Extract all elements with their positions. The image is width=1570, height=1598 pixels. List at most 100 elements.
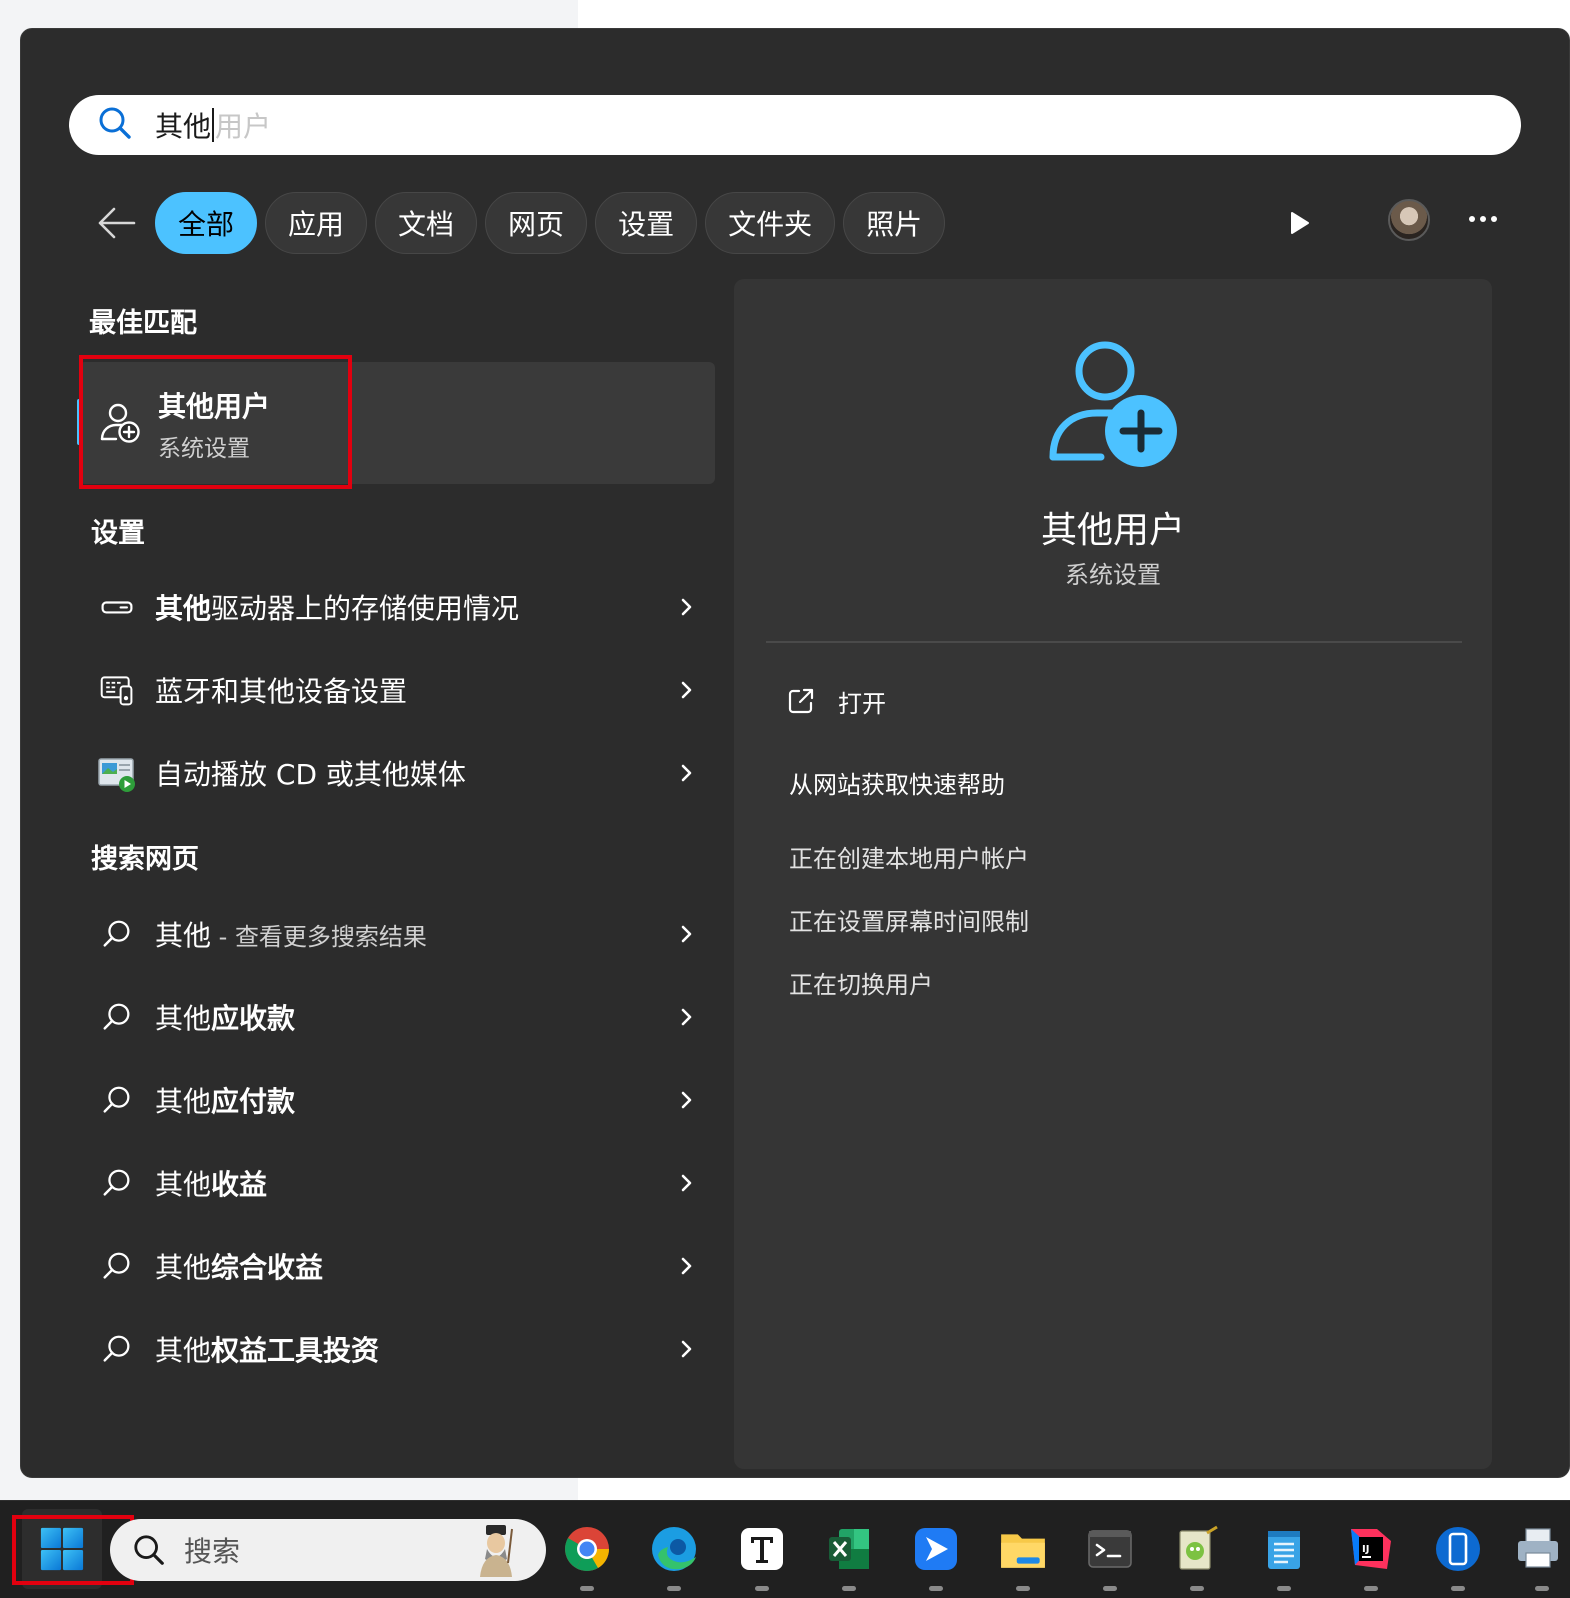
filter-chip-apps[interactable]: 应用 — [265, 192, 368, 254]
web-search-heading: 搜索网页 — [91, 844, 199, 875]
chevron-right-icon — [681, 764, 692, 782]
autoplay-icon — [97, 753, 137, 793]
search-icon — [97, 997, 137, 1037]
devices-icon — [97, 670, 137, 710]
web-result-item[interactable]: 其他权益工具投资 — [97, 1317, 697, 1381]
feishu-icon[interactable] — [908, 1521, 964, 1591]
settings-item-autoplay[interactable]: 自动播放 CD 或其他媒体 — [97, 741, 697, 805]
chevron-right-icon — [681, 925, 692, 943]
best-match-heading: 最佳匹配 — [89, 308, 197, 339]
running-indicator — [667, 1586, 681, 1591]
settings-heading: 设置 — [91, 518, 145, 549]
filter-chip-web[interactable]: 网页 — [485, 192, 588, 254]
search-flyout: 其他 用户 全部 应用 文档 网页 设置 文件夹 照片 最佳匹配 其他用户 系统设… — [20, 28, 1570, 1478]
open-external-icon — [788, 688, 814, 714]
taskbar: 搜索 IJ — [0, 1500, 1570, 1598]
taskbar-search-placeholder: 搜索 — [184, 1535, 241, 1568]
web-result-item[interactable]: 其他应收款 — [97, 985, 697, 1049]
running-indicator — [1277, 1586, 1291, 1591]
search-icon — [134, 1535, 164, 1565]
help-link[interactable]: 正在创建本地用户帐户 — [789, 839, 1029, 874]
running-indicator — [580, 1586, 594, 1591]
typora-icon[interactable] — [734, 1521, 790, 1591]
filter-chip-all[interactable]: 全部 — [155, 192, 258, 254]
search-icon — [97, 1080, 137, 1120]
search-query: 其他 用户 — [155, 105, 271, 145]
dot — [1469, 216, 1475, 222]
file-explorer-icon[interactable] — [995, 1521, 1051, 1591]
web-result-label: 其他应收款 — [155, 1002, 296, 1035]
search-icon — [97, 914, 137, 954]
more-options-button[interactable] — [1461, 201, 1505, 237]
chevron-right-icon — [681, 681, 692, 699]
web-result-label: 其他权益工具投资 — [155, 1334, 380, 1367]
web-result-item[interactable]: 其他应付款 — [97, 1068, 697, 1132]
filter-chip-photos[interactable]: 照片 — [843, 192, 946, 254]
help-link[interactable]: 正在切换用户 — [789, 965, 933, 1000]
add-user-icon — [1047, 339, 1181, 473]
web-result-item[interactable]: 其他综合收益 — [97, 1234, 697, 1298]
web-result-label: 其他应付款 — [155, 1085, 296, 1118]
more-filters-button[interactable] — [1283, 207, 1315, 239]
chevron-right-icon — [681, 1174, 692, 1192]
search-icon — [97, 1329, 137, 1369]
highlight-box-best-match — [79, 355, 352, 489]
search-icon — [97, 1163, 137, 1203]
settings-item-label: 蓝牙和其他设备设置 — [155, 675, 408, 708]
settings-item-storage[interactable]: 其他驱动器上的存储使用情况 — [97, 575, 697, 639]
arrow-left-icon — [98, 207, 136, 239]
search-icon — [97, 1246, 137, 1286]
chrome-icon[interactable] — [559, 1521, 615, 1591]
preview-title: 其他用户 — [1040, 510, 1185, 551]
printer-icon[interactable] — [1514, 1521, 1562, 1591]
settings-item-label: 其他驱动器上的存储使用情况 — [155, 592, 520, 625]
web-result-item[interactable]: 其他 - 查看更多搜索结果 — [97, 902, 697, 966]
quick-help-heading: 从网站获取快速帮助 — [789, 771, 1005, 799]
running-indicator — [1535, 1586, 1549, 1591]
web-result-label: 其他收益 — [155, 1168, 268, 1201]
running-indicator — [1103, 1586, 1117, 1591]
settings-item-label: 自动播放 CD 或其他媒体 — [155, 758, 466, 791]
filter-chip-documents[interactable]: 文档 — [375, 192, 478, 254]
search-input[interactable]: 其他 用户 — [69, 95, 1521, 155]
intellij-idea-icon[interactable]: IJ — [1343, 1521, 1399, 1591]
help-link[interactable]: 正在设置屏幕时间限制 — [789, 902, 1029, 937]
dot — [1491, 216, 1497, 222]
running-indicator — [1451, 1586, 1465, 1591]
search-icon — [97, 105, 133, 145]
web-result-label: 其他 - 查看更多搜索结果 — [155, 919, 427, 952]
phone-link-icon[interactable] — [1430, 1521, 1486, 1591]
search-autocomplete-text: 用户 — [215, 110, 272, 143]
chevron-right-icon — [681, 1008, 692, 1026]
divider — [766, 641, 1462, 643]
dot — [1480, 216, 1486, 222]
chevron-right-icon — [681, 1091, 692, 1109]
running-indicator — [1190, 1586, 1204, 1591]
back-button[interactable] — [91, 198, 141, 248]
terminal-icon[interactable] — [1082, 1521, 1138, 1591]
web-result-item[interactable]: 其他收益 — [97, 1151, 697, 1215]
preview-pane: 其他用户 系统设置 打开 从网站获取快速帮助 正在创建本地用户帐户 正在设置屏幕… — [734, 279, 1492, 1469]
running-indicator — [929, 1586, 943, 1591]
running-indicator — [755, 1586, 769, 1591]
taskbar-search-box[interactable]: 搜索 — [110, 1519, 546, 1581]
storage-icon — [97, 587, 137, 627]
chevron-right-icon — [681, 1340, 692, 1358]
search-highlight-illustration — [474, 1523, 520, 1577]
notepad-icon[interactable] — [1256, 1521, 1312, 1591]
running-indicator — [842, 1586, 856, 1591]
settings-item-bluetooth[interactable]: 蓝牙和其他设备设置 — [97, 658, 697, 722]
user-avatar[interactable] — [1388, 199, 1430, 241]
running-indicator — [1016, 1586, 1030, 1591]
open-action[interactable]: 打开 — [786, 679, 886, 723]
notepadplusplus-icon[interactable] — [1169, 1521, 1225, 1591]
web-result-label: 其他综合收益 — [155, 1251, 324, 1284]
filter-chip-settings[interactable]: 设置 — [595, 192, 698, 254]
excel-icon[interactable] — [821, 1521, 877, 1591]
open-label: 打开 — [838, 689, 886, 718]
search-typed-text: 其他 — [155, 110, 212, 143]
chevron-right-icon — [681, 1257, 692, 1275]
edge-icon[interactable] — [646, 1521, 702, 1591]
svg-text:IJ: IJ — [1362, 1544, 1369, 1555]
filter-chip-folders[interactable]: 文件夹 — [705, 192, 836, 254]
